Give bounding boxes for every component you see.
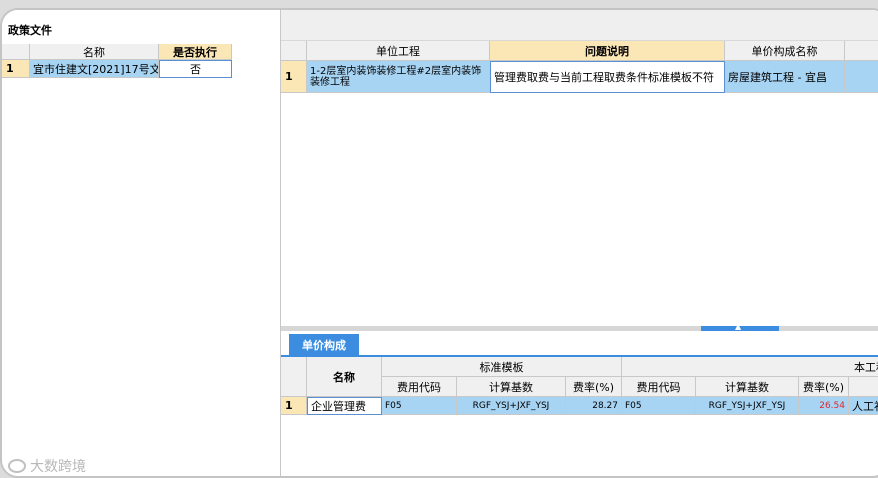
column-header-extra <box>845 41 878 61</box>
column-header-std-code[interactable]: 费用代码 <box>382 377 457 397</box>
this-code-cell[interactable]: F05 <box>622 397 696 415</box>
composition-cell[interactable]: 房屋建筑工程 - 宜昌 <box>725 61 845 93</box>
issue-table-header: 单位工程 问题说明 单价构成名称 <box>281 41 878 61</box>
issue-panel: 单位工程 问题说明 单价构成名称 1 1-2层室内装饰装修工程#2层室内装饰装修… <box>281 10 878 476</box>
column-header-execute[interactable]: 是否执行 <box>159 44 232 60</box>
this-rate-cell[interactable]: 26.54 <box>799 397 849 415</box>
composition-header-row-2: 费用代码 计算基数 费率(%) 费用代码 计算基数 费率(%) <box>382 377 878 397</box>
column-header-project[interactable]: 单位工程 <box>307 41 490 61</box>
row-number-header <box>2 44 30 60</box>
column-header-this-base[interactable]: 计算基数 <box>696 377 799 397</box>
tab-unit-price-composition[interactable]: 单价构成 <box>289 334 359 355</box>
column-header-name[interactable]: 名称 <box>30 44 159 60</box>
group-header-this-project: 本工程模 <box>622 357 878 377</box>
column-header-composition[interactable]: 单价构成名称 <box>725 41 845 61</box>
std-base-cell[interactable]: RGF_YSJ+JXF_YSJ <box>457 397 566 415</box>
bottom-tabbar: 单价构成 <box>281 331 878 357</box>
std-rate-cell[interactable]: 28.27 <box>566 397 622 415</box>
this-base-cell[interactable]: RGF_YSJ+JXF_YSJ <box>696 397 799 415</box>
issue-toolbar <box>281 10 878 41</box>
column-header-this-code[interactable]: 费用代码 <box>622 377 696 397</box>
project-cell[interactable]: 1-2层室内装饰装修工程#2层室内装饰装修工程 <box>307 61 490 93</box>
column-header-std-rate[interactable]: 费率(%) <box>566 377 622 397</box>
row-number-header <box>281 357 307 397</box>
row-number: 1 <box>281 61 307 93</box>
column-header-name[interactable]: 名称 <box>307 357 382 397</box>
watermark-text: 大数跨境 <box>30 459 86 475</box>
collapse-arrow-icon: ▲ <box>735 322 742 331</box>
execute-select[interactable]: 否 <box>159 60 232 78</box>
extra-cell[interactable]: 人工补 <box>849 397 878 415</box>
policy-file-panel: 政策文件 名称 是否执行 1 宜市住建文[2021]17号文 否 大数跨境 <box>2 10 281 476</box>
column-header-issue[interactable]: 问题说明 <box>490 41 725 61</box>
column-header-extra <box>849 377 878 397</box>
composition-header-row-1: 名称 标准模板 本工程模 <box>281 357 878 397</box>
std-code-cell[interactable]: F05 <box>382 397 457 415</box>
issue-cell[interactable]: 管理费取费与当前工程取费条件标准模板不符 <box>490 61 725 93</box>
table-row[interactable]: 1 宜市住建文[2021]17号文 否 <box>2 60 232 78</box>
group-header-standard: 标准模板 <box>382 357 622 377</box>
watermark: 大数跨境 <box>8 456 86 476</box>
app-frame: 政策文件 名称 是否执行 1 宜市住建文[2021]17号文 否 大数跨境 单位… <box>0 8 878 478</box>
extra-cell[interactable] <box>845 61 878 93</box>
row-number: 1 <box>2 60 30 78</box>
watermark-logo-icon <box>8 459 26 473</box>
row-number: 1 <box>281 397 307 415</box>
table-row[interactable]: 1 1-2层室内装饰装修工程#2层室内装饰装修工程 管理费取费与当前工程取费条件… <box>281 61 878 93</box>
policy-name-cell[interactable]: 宜市住建文[2021]17号文 <box>30 60 159 78</box>
column-header-this-rate[interactable]: 费率(%) <box>799 377 849 397</box>
row-number-header <box>281 41 307 61</box>
fee-name-cell[interactable]: 企业管理费 <box>307 397 382 415</box>
policy-table-header: 名称 是否执行 <box>2 44 232 60</box>
table-row[interactable]: 1 企业管理费 F05 RGF_YSJ+JXF_YSJ 28.27 F05 RG… <box>281 397 878 415</box>
policy-file-title: 政策文件 <box>8 24 52 37</box>
column-header-std-base[interactable]: 计算基数 <box>457 377 566 397</box>
